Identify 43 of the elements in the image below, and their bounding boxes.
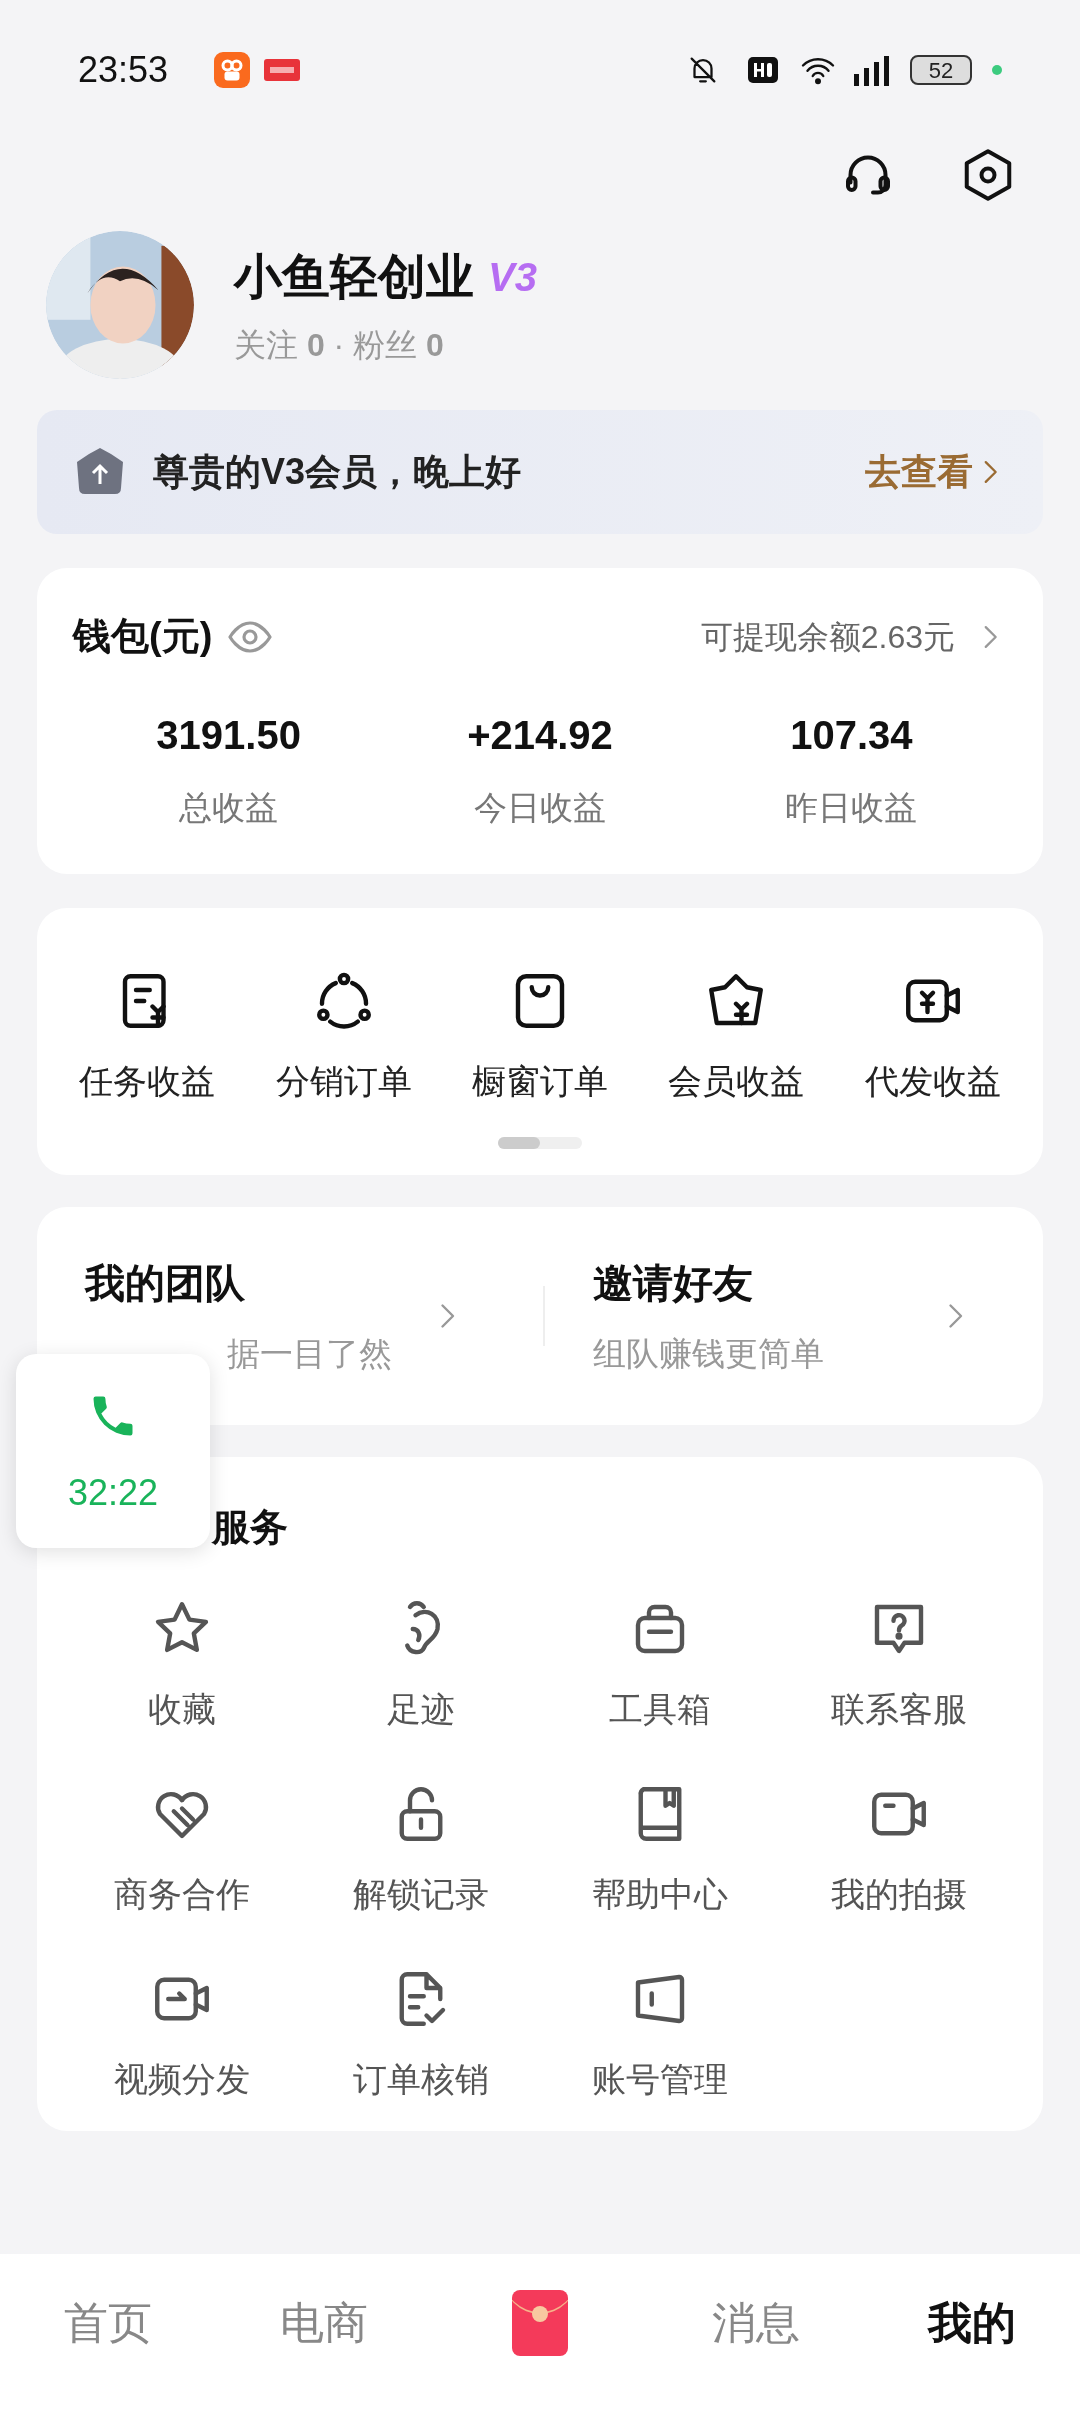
nav-tab[interactable]: 电商 xyxy=(216,2290,432,2356)
shortcut-item[interactable]: 会员收益 xyxy=(638,968,835,1107)
status-time: 23:53 xyxy=(78,48,169,92)
service-item[interactable]: 商务合作 xyxy=(62,1781,301,1920)
service-item[interactable]: 订单核销 xyxy=(301,1966,540,2105)
envelope-icon[interactable] xyxy=(512,2290,568,2356)
service-item[interactable]: 工具箱 xyxy=(540,1596,779,1735)
hd-icon xyxy=(748,57,778,83)
view-link[interactable]: 去查看 xyxy=(865,445,973,499)
earnings-value: 3191.50 xyxy=(156,712,301,759)
vip-level-label: V3 xyxy=(488,254,537,301)
member-banner[interactable]: 尊贵的V3会员，晚上好 去查看 xyxy=(37,410,1043,534)
shortcut-item[interactable]: 橱窗订单 xyxy=(441,968,639,1107)
nav-tab[interactable]: 首页 xyxy=(0,2290,216,2356)
banner-text: 尊贵的V3会员，晚上好 xyxy=(153,450,522,494)
earnings-label: 昨日收益 xyxy=(785,788,918,828)
earnings-value: +214.92 xyxy=(467,712,613,759)
earnings-value: 107.34 xyxy=(790,712,913,759)
service-item[interactable]: 收藏 xyxy=(62,1596,301,1735)
service-item[interactable]: 我的拍摄 xyxy=(779,1781,1018,1920)
app-icon xyxy=(214,52,251,88)
app-icon xyxy=(264,59,301,81)
service-item[interactable]: 足迹 xyxy=(301,1596,540,1735)
section-title: 服务 xyxy=(210,1505,289,1550)
earnings-label: 总收益 xyxy=(179,788,279,828)
service-item[interactable]: 帮助中心 xyxy=(540,1781,779,1920)
service-item[interactable]: 联系客服 xyxy=(779,1596,1018,1735)
earnings-label: 今日收益 xyxy=(474,788,606,828)
user-name: 小鱼轻创业 xyxy=(234,249,474,305)
team-entry[interactable]: 邀请好友 组队赚钱更简单 xyxy=(545,1253,1043,1379)
nav-tab[interactable]: 消息 xyxy=(648,2290,864,2356)
service-item[interactable]: 视频分发 xyxy=(62,1966,301,2105)
nav-tab[interactable]: 我的 xyxy=(864,2290,1080,2356)
shortcut-item[interactable]: 分销订单 xyxy=(245,968,442,1107)
service-item[interactable]: 解锁记录 xyxy=(301,1781,540,1920)
shortcut-item[interactable]: 任务收益 xyxy=(49,968,246,1107)
shortcut-item[interactable]: 代发收益 xyxy=(834,968,1031,1107)
follow-stats: 关注 0 · 粉丝 0 xyxy=(234,326,445,365)
withdrawable-balance[interactable]: 可提现余额2.63元 xyxy=(700,612,955,661)
battery-icon: 52 xyxy=(910,55,972,85)
call-duration: 32:22 xyxy=(67,1471,159,1515)
wallet-title: 钱包(元) xyxy=(73,614,213,659)
service-item[interactable]: 账号管理 xyxy=(540,1966,779,2105)
